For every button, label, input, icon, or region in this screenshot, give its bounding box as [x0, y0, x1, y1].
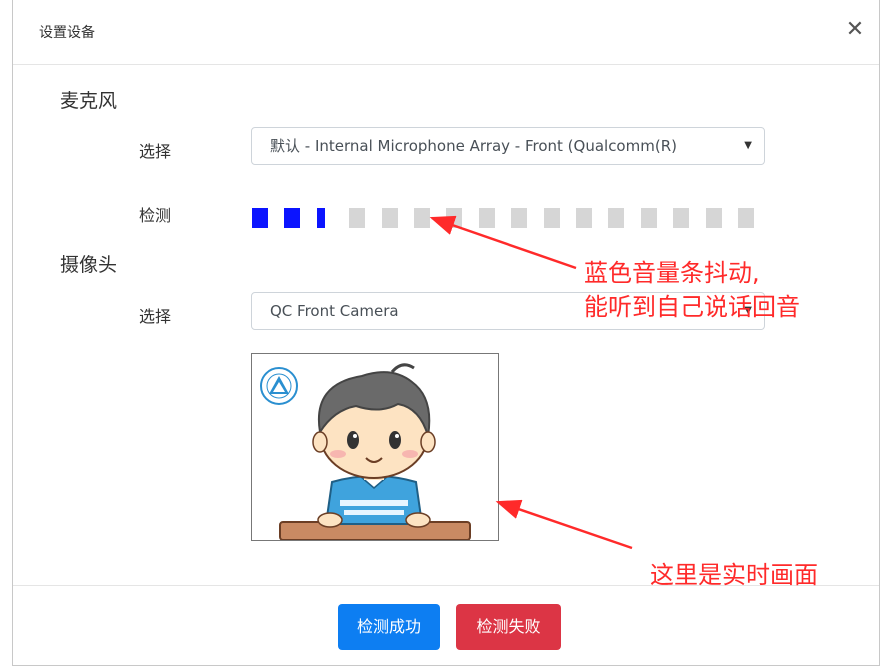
camera-select-label: 选择: [139, 307, 172, 326]
meter-annotation-line2: 能听到自己说话回音: [584, 293, 800, 321]
camera-select-value: QC Front Camera: [270, 302, 399, 320]
level-bar: [414, 208, 430, 228]
level-bar: [511, 208, 527, 228]
camera-preview-image: [252, 354, 498, 540]
level-bar: [544, 208, 560, 228]
microphone-select[interactable]: 默认 - Internal Microphone Array - Front (…: [251, 127, 765, 165]
dialog-title: 设置设备: [39, 25, 95, 41]
level-bar: [479, 208, 495, 228]
dialog-footer: 检测成功 检测失败: [13, 585, 879, 666]
microphone-select-label: 选择: [139, 142, 172, 161]
detect-success-button[interactable]: 检测成功: [338, 604, 440, 650]
dialog-header: 设置设备 ✕: [13, 0, 879, 65]
camera-section-title: 摄像头: [60, 254, 118, 276]
camera-annotation: 这里是实时画面: [650, 561, 818, 589]
camera-preview: [251, 353, 499, 541]
microphone-select-value: 默认 - Internal Microphone Array - Front (…: [270, 137, 677, 155]
meter-annotation-line1: 蓝色音量条抖动,: [584, 259, 760, 287]
chevron-down-icon: ▼: [744, 140, 752, 151]
level-bar: [317, 208, 333, 228]
microphone-level-meter: [252, 208, 772, 228]
level-bar: [446, 208, 462, 228]
level-bar: [576, 208, 592, 228]
level-bar: [382, 208, 398, 228]
microphone-detect-label: 检测: [139, 206, 172, 225]
level-bar: [608, 208, 624, 228]
microphone-section-title: 麦克风: [60, 90, 118, 112]
level-bar: [706, 208, 722, 228]
level-bar: [252, 208, 268, 228]
level-bar: [673, 208, 689, 228]
detect-fail-button[interactable]: 检测失败: [456, 604, 561, 650]
level-bar: [641, 208, 657, 228]
close-icon[interactable]: ✕: [841, 16, 869, 44]
school-logo: [260, 367, 298, 405]
level-bar: [349, 208, 365, 228]
level-bar: [738, 208, 754, 228]
level-bar: [284, 208, 300, 228]
